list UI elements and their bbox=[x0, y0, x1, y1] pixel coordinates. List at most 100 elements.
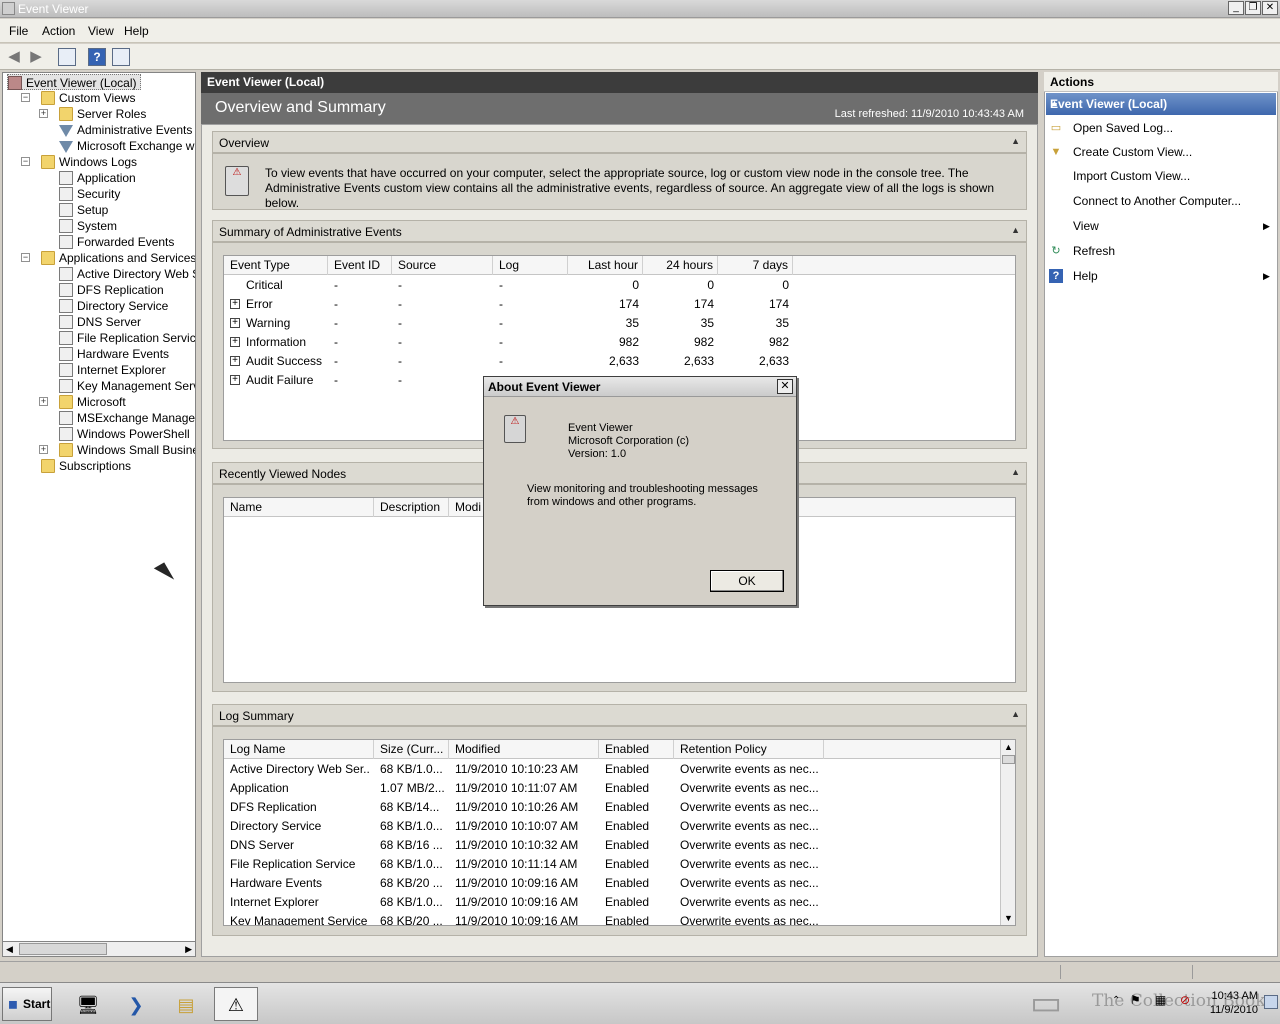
column-header[interactable]: Size (Curr... bbox=[374, 740, 449, 759]
log-vertical-scrollbar[interactable]: ▲ ▼ bbox=[1000, 740, 1015, 925]
tree-expander-icon[interactable]: + bbox=[39, 397, 48, 406]
tree-item[interactable]: Active Directory Web Servic bbox=[59, 266, 195, 282]
scroll-thumb[interactable] bbox=[19, 943, 107, 955]
column-header[interactable]: Description bbox=[374, 498, 449, 517]
column-header[interactable]: Modified bbox=[449, 740, 599, 759]
log-name-cell[interactable]: Hardware Events bbox=[230, 874, 370, 893]
tree-item[interactable]: Hardware Events bbox=[59, 346, 169, 362]
menu-action[interactable]: Action bbox=[42, 24, 75, 38]
expand-row-icon[interactable]: + bbox=[230, 318, 240, 328]
collapse-icon[interactable]: ▲ bbox=[1011, 225, 1020, 235]
tree-horizontal-scrollbar[interactable]: ◀ ▶ bbox=[2, 941, 196, 957]
tree-item[interactable]: System bbox=[59, 218, 117, 234]
tree-item[interactable]: Forwarded Events bbox=[59, 234, 174, 250]
tree-item[interactable]: File Replication Service bbox=[59, 330, 195, 346]
tree-item[interactable]: Subscriptions bbox=[41, 458, 131, 474]
expand-row-icon[interactable]: + bbox=[230, 337, 240, 347]
tree-expander-icon[interactable]: − bbox=[21, 253, 30, 262]
tree-expander-icon[interactable]: − bbox=[21, 93, 30, 102]
tree-item[interactable]: DFS Replication bbox=[59, 282, 164, 298]
tree-item[interactable]: Application bbox=[59, 170, 136, 186]
console-tree[interactable]: Event Viewer (Local) − Custom Views + Server… bbox=[2, 72, 196, 957]
tree-item[interactable]: Setup bbox=[59, 202, 108, 218]
expand-row-icon[interactable]: + bbox=[230, 356, 240, 366]
action-item[interactable]: Open Saved Log... bbox=[1073, 121, 1173, 135]
log-name-cell[interactable]: Internet Explorer bbox=[230, 893, 370, 912]
action-item[interactable]: Help bbox=[1073, 269, 1098, 283]
log-name-cell[interactable]: Key Management Service bbox=[230, 912, 370, 925]
show-hide-tree-icon[interactable] bbox=[58, 48, 76, 66]
scroll-right-icon[interactable]: ▶ bbox=[185, 944, 192, 955]
ok-button[interactable]: OK bbox=[710, 570, 784, 592]
flag-icon[interactable]: ⚑ bbox=[1130, 993, 1141, 1007]
close-button[interactable]: ✕ bbox=[1262, 1, 1278, 15]
collapse-icon[interactable]: ▲ bbox=[1011, 709, 1020, 719]
tree-item[interactable]: MSExchange Management bbox=[59, 410, 195, 426]
help-icon[interactable]: ? bbox=[88, 48, 106, 66]
menu-help[interactable]: Help bbox=[124, 24, 149, 38]
explorer-folder-icon[interactable]: ▤ bbox=[164, 987, 208, 1021]
minimize-button[interactable]: _ bbox=[1228, 1, 1244, 15]
overview-section-header[interactable]: Overview ▲ bbox=[212, 131, 1027, 153]
log-name-cell[interactable]: DFS Replication bbox=[230, 798, 370, 817]
tree-item[interactable]: Windows Logs bbox=[41, 154, 137, 170]
column-header[interactable]: Retention Policy bbox=[674, 740, 824, 759]
column-header[interactable]: Log Name bbox=[224, 740, 374, 759]
tree-item[interactable]: Windows PowerShell bbox=[59, 426, 190, 442]
column-header[interactable]: Source bbox=[392, 256, 493, 275]
powershell-icon[interactable]: ❯ bbox=[114, 987, 158, 1021]
column-header[interactable]: 7 days bbox=[718, 256, 793, 275]
actions-section-header[interactable]: Event Viewer (Local) ▲ bbox=[1046, 93, 1276, 115]
log-name-cell[interactable]: Active Directory Web Ser... bbox=[230, 760, 370, 779]
show-hidden-icons-icon[interactable]: ⌃ bbox=[1112, 995, 1120, 1006]
server-manager-icon[interactable]: 🖥 bbox=[66, 987, 110, 1021]
column-header[interactable]: Log bbox=[493, 256, 568, 275]
action-item[interactable]: Connect to Another Computer... bbox=[1073, 194, 1241, 208]
tree-item[interactable]: Internet Explorer bbox=[59, 362, 166, 378]
scroll-down-icon[interactable]: ▼ bbox=[1004, 913, 1013, 923]
column-header[interactable]: Enabled bbox=[599, 740, 674, 759]
tree-expander-icon[interactable]: − bbox=[21, 157, 30, 166]
clock[interactable]: 10:43 AM 11/9/2010 bbox=[1210, 989, 1258, 1017]
log-name-cell[interactable]: Directory Service bbox=[230, 817, 370, 836]
tree-expander-icon[interactable]: + bbox=[39, 109, 48, 118]
tree-item[interactable]: Server Roles bbox=[59, 106, 146, 122]
scroll-left-icon[interactable]: ◀ bbox=[6, 944, 13, 955]
column-header[interactable]: Name bbox=[224, 498, 374, 517]
scroll-thumb[interactable] bbox=[1002, 755, 1015, 764]
tree-item[interactable]: Administrative Events bbox=[59, 122, 192, 138]
event-viewer-taskbar-icon[interactable]: ⚠ bbox=[214, 987, 258, 1021]
about-dialog[interactable]: About Event Viewer ✕ ⚠ Event Viewer Micr… bbox=[483, 376, 797, 606]
tree-item[interactable]: Applications and Services Logs bbox=[41, 250, 195, 266]
tree-item[interactable]: Security bbox=[59, 186, 120, 202]
log-summary-section-header[interactable]: Log Summary ▲ bbox=[212, 704, 1027, 726]
collapse-icon[interactable]: ▲ bbox=[1050, 98, 1268, 108]
tree-item[interactable]: Directory Service bbox=[59, 298, 168, 314]
show-desktop-icon[interactable] bbox=[1264, 995, 1278, 1009]
log-name-cell[interactable]: File Replication Service bbox=[230, 855, 370, 874]
menu-file[interactable]: File bbox=[9, 24, 28, 38]
collapse-icon[interactable]: ▲ bbox=[1011, 136, 1020, 146]
tree-item[interactable]: Microsoft Exchange with Da bbox=[59, 138, 195, 154]
scroll-up-icon[interactable]: ▲ bbox=[1004, 742, 1013, 752]
tree-expander-icon[interactable]: + bbox=[39, 445, 48, 454]
summary-section-header[interactable]: Summary of Administrative Events ▲ bbox=[212, 220, 1027, 242]
column-header[interactable]: Event Type bbox=[224, 256, 328, 275]
dialog-close-button[interactable]: ✕ bbox=[777, 379, 793, 394]
tree-item[interactable]: Key Management Service bbox=[59, 378, 195, 394]
collapse-icon[interactable]: ▲ bbox=[1011, 467, 1020, 477]
log-name-cell[interactable]: DNS Server bbox=[230, 836, 370, 855]
column-header[interactable]: Last hour bbox=[568, 256, 643, 275]
log-name-cell[interactable]: Application bbox=[230, 779, 370, 798]
column-header[interactable]: Event ID bbox=[328, 256, 392, 275]
action-item[interactable]: View bbox=[1073, 219, 1099, 233]
start-button[interactable]: ◼ Start bbox=[2, 987, 52, 1021]
tree-item[interactable]: DNS Server bbox=[59, 314, 141, 330]
expand-row-icon[interactable]: + bbox=[230, 299, 240, 309]
column-header[interactable]: 24 hours bbox=[643, 256, 718, 275]
tree-item[interactable]: Windows Small Business Ser bbox=[59, 442, 195, 458]
log-summary-table[interactable]: Log Name Size (Curr... Modified Enabled … bbox=[223, 739, 1016, 926]
dialog-title-bar[interactable]: About Event Viewer ✕ bbox=[484, 377, 796, 397]
tree-item[interactable]: Event Viewer (Local) bbox=[7, 74, 141, 90]
forward-arrow-icon[interactable]: ▶ bbox=[26, 47, 46, 67]
